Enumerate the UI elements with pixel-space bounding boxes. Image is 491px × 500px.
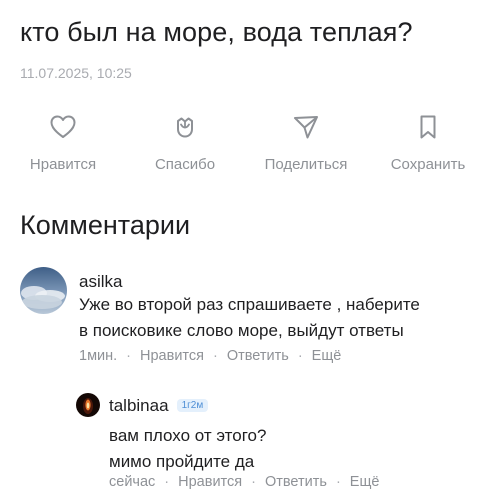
comment-like-link[interactable]: Нравится [178, 474, 242, 490]
flower-icon [177, 117, 193, 138]
save-button[interactable]: Сохранить [373, 108, 483, 178]
reply-username[interactable]: talbinaa [109, 396, 169, 415]
reply-item: talbinaa 1г2м вам плохо от этого? мимо пр… [0, 390, 491, 498]
comment-time: сейчас [109, 474, 156, 490]
avatar[interactable] [76, 393, 100, 417]
comment-time: 1мин. [79, 348, 118, 364]
comment-like-link[interactable]: Нравится [140, 348, 204, 364]
post-title: кто был на море, вода теплая? [20, 17, 413, 47]
comment-meta: сейчас · Нравится · Ответить · Ещё [109, 474, 379, 490]
avatar[interactable] [20, 267, 67, 314]
send-icon [294, 116, 318, 139]
separator-dot: · [297, 348, 303, 364]
comments-heading: Комментарии [20, 210, 191, 240]
like-label: Нравится [29, 156, 97, 173]
separator-dot: · [126, 348, 132, 364]
post-date: 11.07.2025, 10:25 [20, 65, 132, 81]
post-actions-bar: Нравится Спасибо Поделиться Сохранить [0, 108, 491, 178]
share-label: Поделиться [264, 156, 348, 173]
thanks-button[interactable]: Спасибо [130, 108, 240, 178]
heart-icon [50, 115, 76, 138]
separator-dot: · [251, 474, 256, 490]
comment-username[interactable]: asilka [79, 272, 122, 292]
separator-dot: · [335, 474, 341, 490]
comment-item: asilka Уже во второй раз спрашиваете , н… [0, 262, 491, 372]
share-button[interactable]: Поделиться [251, 108, 361, 178]
thanks-label: Спасибо [154, 156, 216, 173]
comment-reply-link[interactable]: Ответить [227, 348, 289, 364]
comment-reply-link[interactable]: Ответить [265, 474, 327, 490]
comment-text: Уже во второй раз спрашиваете , наберите… [79, 295, 420, 340]
account-age-badge: 1г2м [176, 399, 209, 412]
comment-more-link[interactable]: Ещё [312, 348, 342, 364]
comment-meta: 1мин. · Нравится · Ответить · Ещё [79, 348, 341, 364]
comment-username: talbinaa 1г2м [109, 396, 209, 416]
save-label: Сохранить [390, 156, 466, 173]
comment-more-link[interactable]: Ещё [350, 474, 380, 490]
comment-text: вам плохо от этого? мимо пройдите да [109, 426, 267, 471]
separator-dot: · [213, 348, 218, 364]
bookmark-icon [420, 115, 436, 139]
separator-dot: · [164, 474, 170, 490]
like-button[interactable]: Нравится [8, 108, 118, 178]
